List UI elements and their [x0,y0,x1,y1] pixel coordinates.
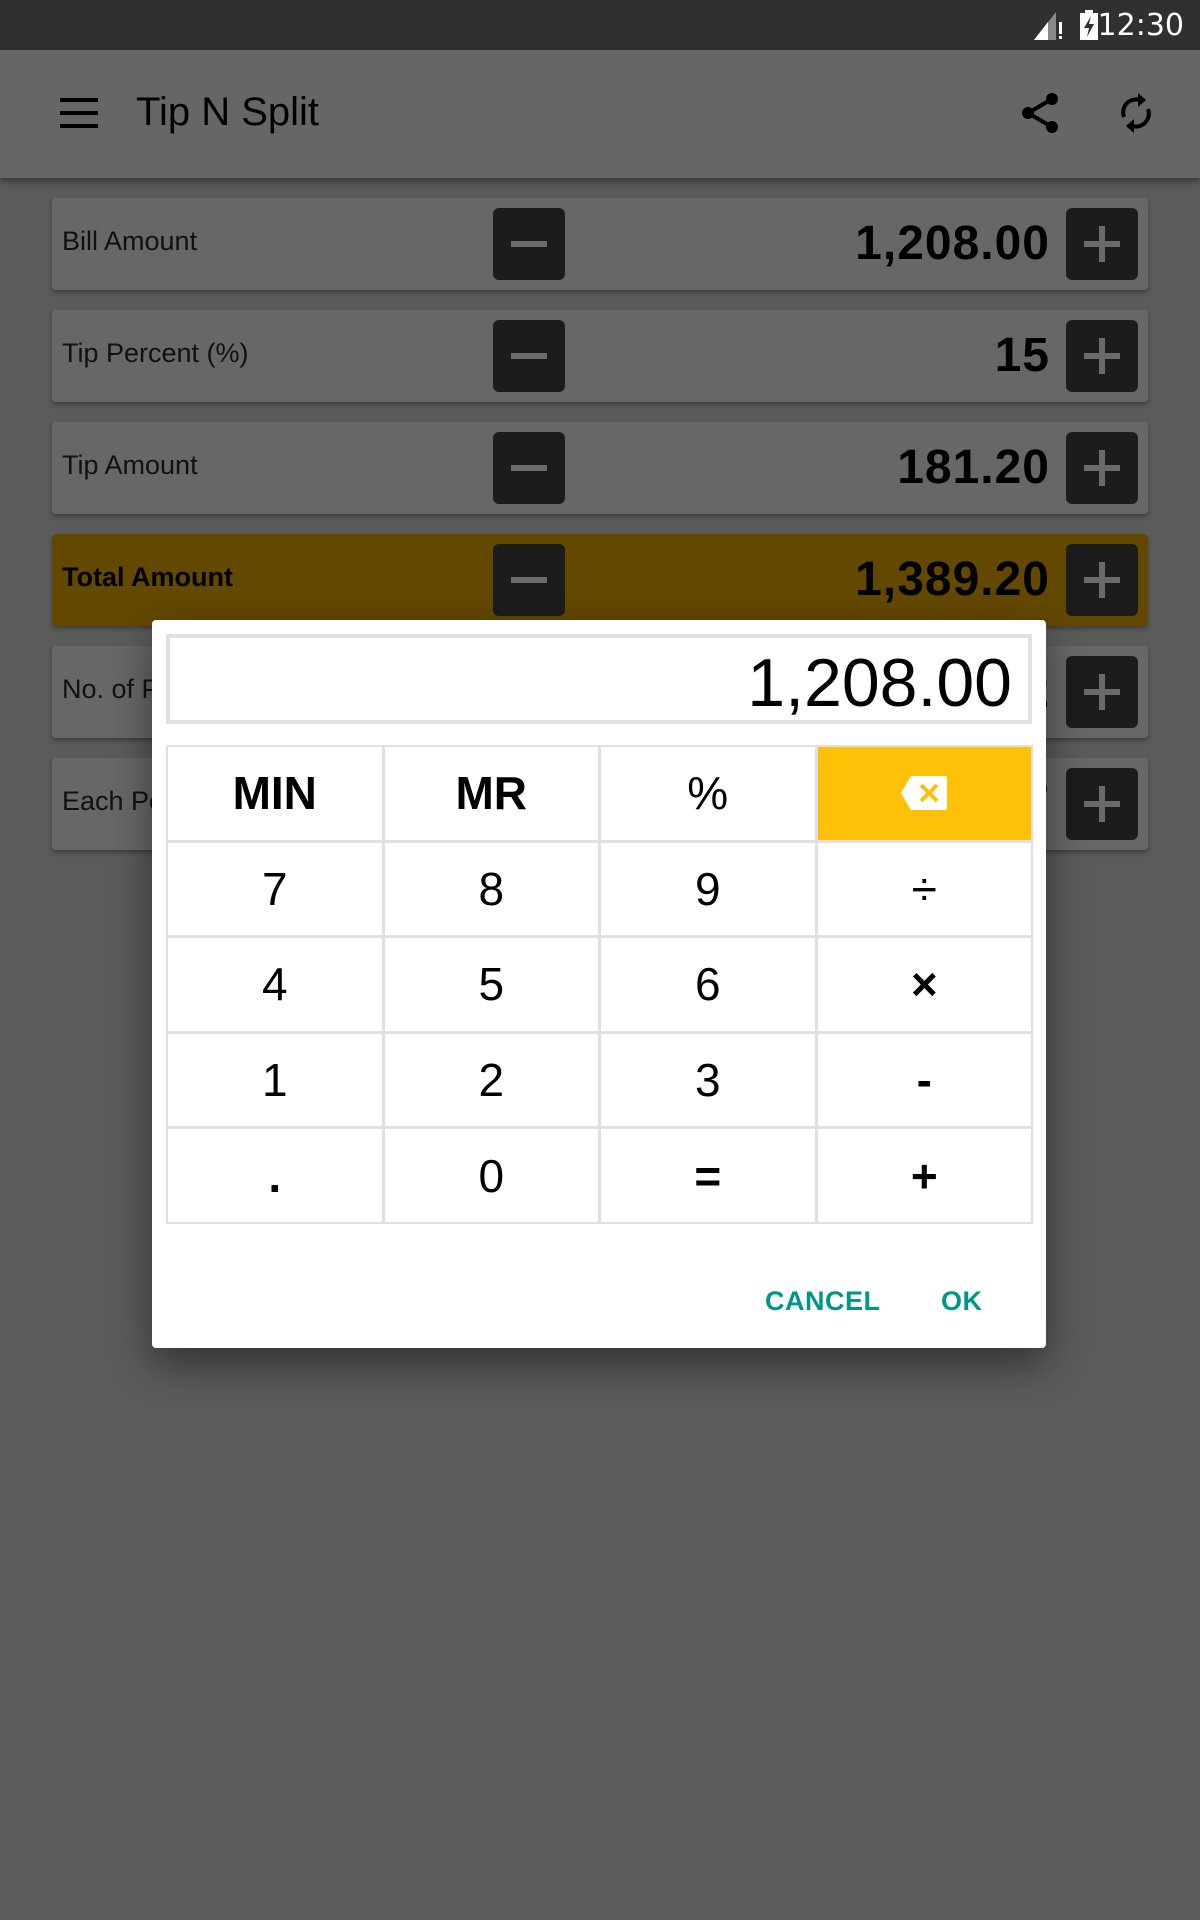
key-6[interactable]: 6 [601,938,815,1031]
tip-percent-card[interactable]: Tip Percent (%) 15 [52,310,1148,402]
keypad: MIN MR % 7 8 9 ÷ 4 5 6 × 1 2 3 - . 0 = + [166,745,1033,1224]
key-5[interactable]: 5 [384,938,598,1031]
minus-icon [511,353,547,359]
key-8[interactable]: 8 [384,842,598,936]
increment-button[interactable] [1066,656,1138,728]
cancel-button[interactable]: CANCEL [753,1276,893,1327]
app-bar: Tip N Split [0,50,1200,178]
key-1[interactable]: 1 [168,1033,382,1127]
card-label: Tip Amount [62,450,198,480]
decrement-button[interactable] [493,544,565,616]
minus-icon [511,577,547,583]
increment-button[interactable] [1066,320,1138,392]
key-memory-recall[interactable]: MR [384,747,598,840]
card-label: Total Amount [62,562,233,592]
menu-icon[interactable] [60,98,98,128]
backspace-icon [901,776,948,811]
increment-button[interactable] [1066,544,1138,616]
signal-icon [1034,12,1062,40]
minus-icon [511,241,547,247]
decrement-button[interactable] [493,320,565,392]
key-backspace[interactable] [817,747,1031,840]
card-label: Bill Amount [62,226,198,256]
bill-amount-card[interactable]: Bill Amount 1,208.00 [52,198,1148,290]
key-subtract[interactable]: - [817,1033,1031,1127]
key-4[interactable]: 4 [168,938,382,1031]
card-label: Tip Percent (%) [62,338,249,368]
key-decimal[interactable]: . [168,1129,382,1222]
calculator-display[interactable]: 1,208.00 [166,634,1032,724]
display-value: 1,208.00 [747,645,1012,721]
key-3[interactable]: 3 [601,1033,815,1127]
share-icon[interactable] [1018,91,1062,135]
card-label: Each Pe [62,786,165,816]
increment-button[interactable] [1066,768,1138,840]
status-bar: 12:30 [0,0,1200,50]
key-percent[interactable]: % [601,747,815,840]
card-label: No. of P [62,674,160,704]
key-equals[interactable]: = [601,1129,815,1222]
key-memory-in[interactable]: MIN [168,747,382,840]
card-value: 181.20 [897,441,1050,494]
tip-amount-card[interactable]: Tip Amount 181.20 [52,422,1148,514]
decrement-button[interactable] [493,432,565,504]
refresh-icon[interactable] [1114,91,1158,135]
card-value: 15 [994,329,1050,382]
card-value: 1,208.00 [855,217,1050,270]
key-7[interactable]: 7 [168,842,382,936]
key-0[interactable]: 0 [384,1129,598,1222]
battery-charging-icon [1080,10,1098,40]
app-title: Tip N Split [136,90,320,134]
status-time: 12:30 [1097,8,1184,43]
key-add[interactable]: + [817,1129,1031,1222]
key-2[interactable]: 2 [384,1033,598,1127]
decrement-button[interactable] [493,208,565,280]
card-value: 1,389.20 [855,553,1050,606]
calculator-dialog: 1,208.00 MIN MR % 7 8 9 ÷ 4 5 6 × 1 2 3 … [152,620,1046,1348]
key-9[interactable]: 9 [601,842,815,936]
increment-button[interactable] [1066,208,1138,280]
ok-button[interactable]: OK [929,1276,995,1327]
total-amount-card[interactable]: Total Amount 1,389.20 [52,534,1148,626]
increment-button[interactable] [1066,432,1138,504]
key-divide[interactable]: ÷ [817,842,1031,936]
minus-icon [511,465,547,471]
dialog-actions: CANCEL OK [152,1258,1046,1348]
key-multiply[interactable]: × [817,938,1031,1031]
